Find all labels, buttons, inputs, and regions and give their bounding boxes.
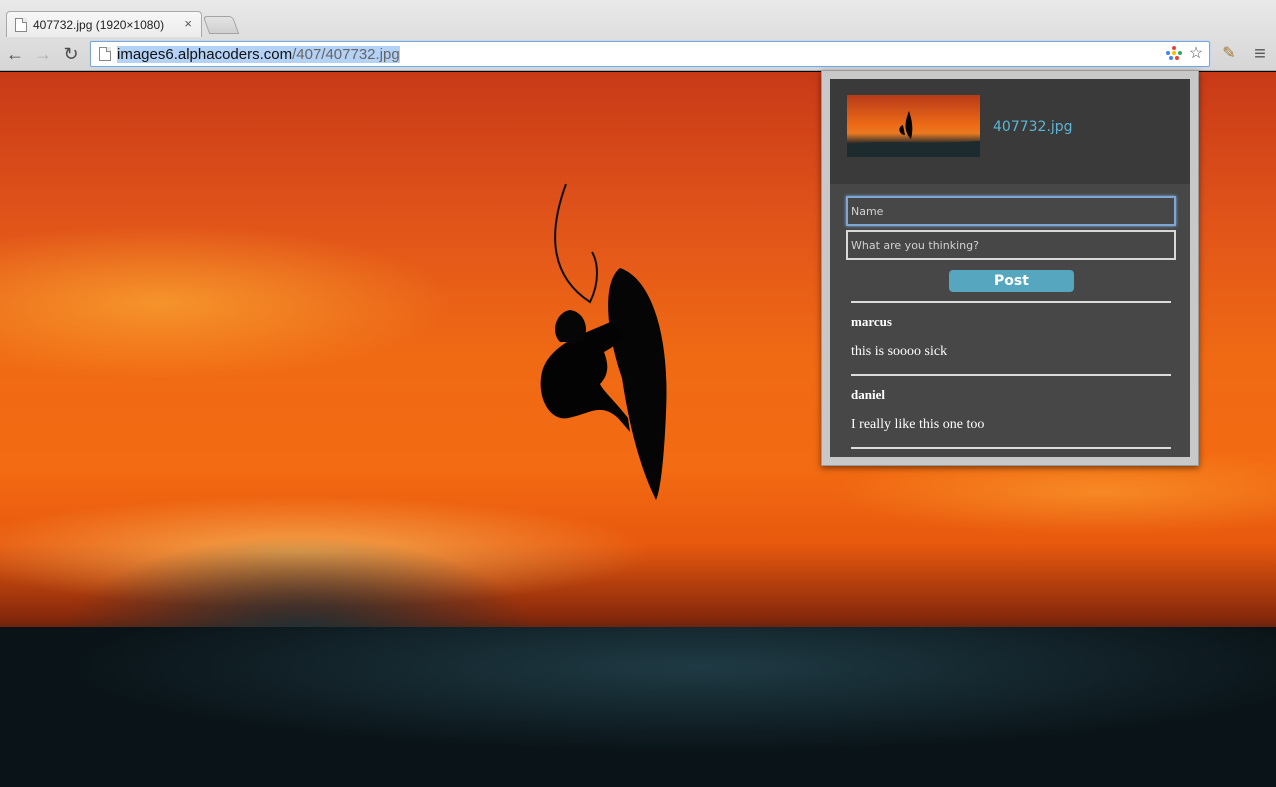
url-path: /407/407732.jpg [292,45,400,63]
divider [851,301,1171,303]
close-icon[interactable]: × [184,16,192,31]
page-icon [15,17,27,32]
popup-body: 407732.jpg Post marcus this is soooo sic… [830,79,1190,457]
wand-icon[interactable]: ✎ [1220,45,1238,63]
image-thumbnail[interactable] [847,95,980,157]
comment-popup: 407732.jpg Post marcus this is soooo sic… [821,70,1199,466]
page-icon [99,47,111,61]
comment-text: this is soooo sick [851,344,948,359]
reload-icon[interactable]: ↻ [60,43,82,65]
browser-chrome: 407732.jpg (1920×1080) × ← → ↻ images6.a… [0,0,1276,71]
url-host: images6.alphacoders.com [117,45,293,63]
popup-header: 407732.jpg [830,79,1190,184]
new-tab-button[interactable] [202,16,240,34]
toolbar: ← → ↻ images6.alphacoders.com/407/407732… [0,37,1276,71]
extension-icon[interactable] [1166,46,1182,62]
back-icon[interactable]: ← [4,43,26,65]
address-bar[interactable]: images6.alphacoders.com/407/407732.jpg [90,41,1210,67]
divider [851,447,1171,449]
surfer-silhouette [540,183,667,500]
comment-author: daniel [851,387,885,402]
menu-icon[interactable]: ≡ [1251,44,1269,64]
forward-icon[interactable]: → [32,43,54,65]
post-button[interactable]: Post [949,270,1074,292]
star-icon[interactable]: ☆ [1187,45,1205,63]
url-text: images6.alphacoders.com/407/407732.jpg [117,45,400,63]
tab-strip: 407732.jpg (1920×1080) × [0,0,1276,37]
file-name-link[interactable]: 407732.jpg [993,119,1073,135]
comment-author: marcus [851,314,892,329]
comment-input[interactable] [846,230,1176,260]
name-input[interactable] [846,196,1176,226]
comment-text: I really like this one too [851,417,985,432]
thumbnail-surfer [847,111,980,157]
divider [851,374,1171,376]
tab-active[interactable]: 407732.jpg (1920×1080) × [6,11,202,37]
tab-title: 407732.jpg (1920×1080) [33,17,165,32]
ocean [0,627,1276,787]
